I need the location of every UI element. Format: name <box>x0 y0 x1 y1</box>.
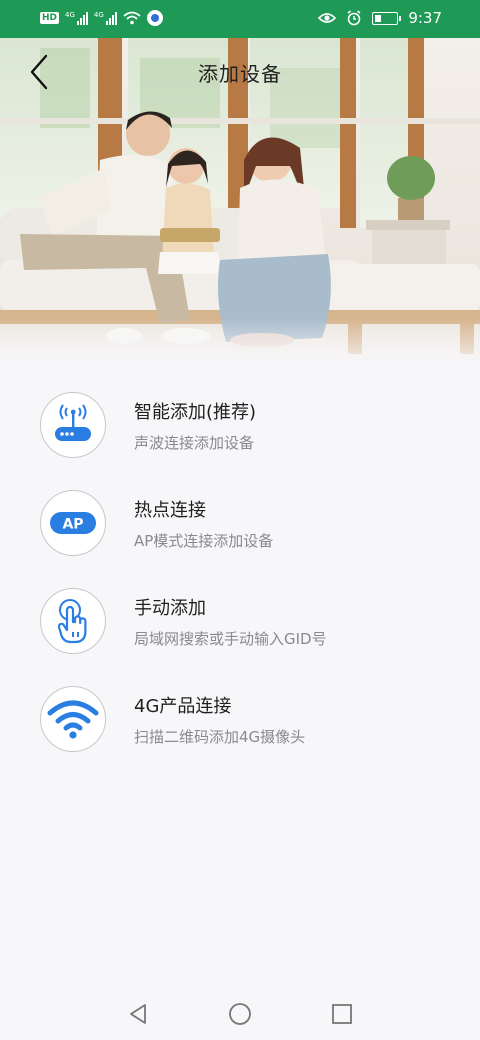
option-subtitle: 局域网搜索或手动输入GID号 <box>134 630 327 648</box>
option-title: 4G产品连接 <box>134 696 232 717</box>
ap-icon: AP <box>40 490 106 556</box>
status-time: 9:37 <box>408 9 442 27</box>
wifi-icon <box>123 11 141 25</box>
status-bar: HD 4G 4G 9:37 <box>0 0 480 38</box>
header-photo <box>0 38 480 370</box>
router-wave-icon <box>40 392 106 458</box>
app-notification-icon <box>146 10 163 26</box>
alarm-icon <box>347 10 361 26</box>
option-subtitle: 声波连接添加设备 <box>134 434 255 452</box>
option-title: 热点连接 <box>134 500 206 521</box>
option-4g-connect[interactable]: 4G产品连接 扫描二维码添加4G摄像头 <box>0 678 480 776</box>
page-title: 添加设备 <box>198 62 282 86</box>
option-title: 智能添加(推荐) <box>134 402 257 423</box>
battery-icon <box>372 11 402 25</box>
recents-square-icon[interactable] <box>328 1000 356 1028</box>
option-subtitle: AP模式连接添加设备 <box>134 532 274 550</box>
back-triangle-icon[interactable] <box>124 1000 152 1028</box>
eye-icon <box>318 13 337 23</box>
add-device-options: 智能添加(推荐) 声波连接添加设备 AP 热点连接 AP模式连接添加设备 手动添… <box>0 384 480 776</box>
ap-icon-label: AP <box>62 517 83 533</box>
hand-tap-icon <box>40 588 106 654</box>
option-manual-add[interactable]: 手动添加 局域网搜索或手动输入GID号 <box>0 580 480 678</box>
system-nav-bar <box>0 988 480 1040</box>
signal-icon: 4G <box>65 11 88 25</box>
option-smart-add[interactable]: 智能添加(推荐) 声波连接添加设备 <box>0 384 480 482</box>
wifi-icon <box>40 686 106 752</box>
option-title: 手动添加 <box>134 598 206 619</box>
option-subtitle: 扫描二维码添加4G摄像头 <box>134 728 306 746</box>
signal-icon: 4G <box>94 11 117 25</box>
option-hotspot[interactable]: AP 热点连接 AP模式连接添加设备 <box>0 482 480 580</box>
home-circle-icon[interactable] <box>226 1000 254 1028</box>
hd-icon: HD <box>40 12 60 24</box>
